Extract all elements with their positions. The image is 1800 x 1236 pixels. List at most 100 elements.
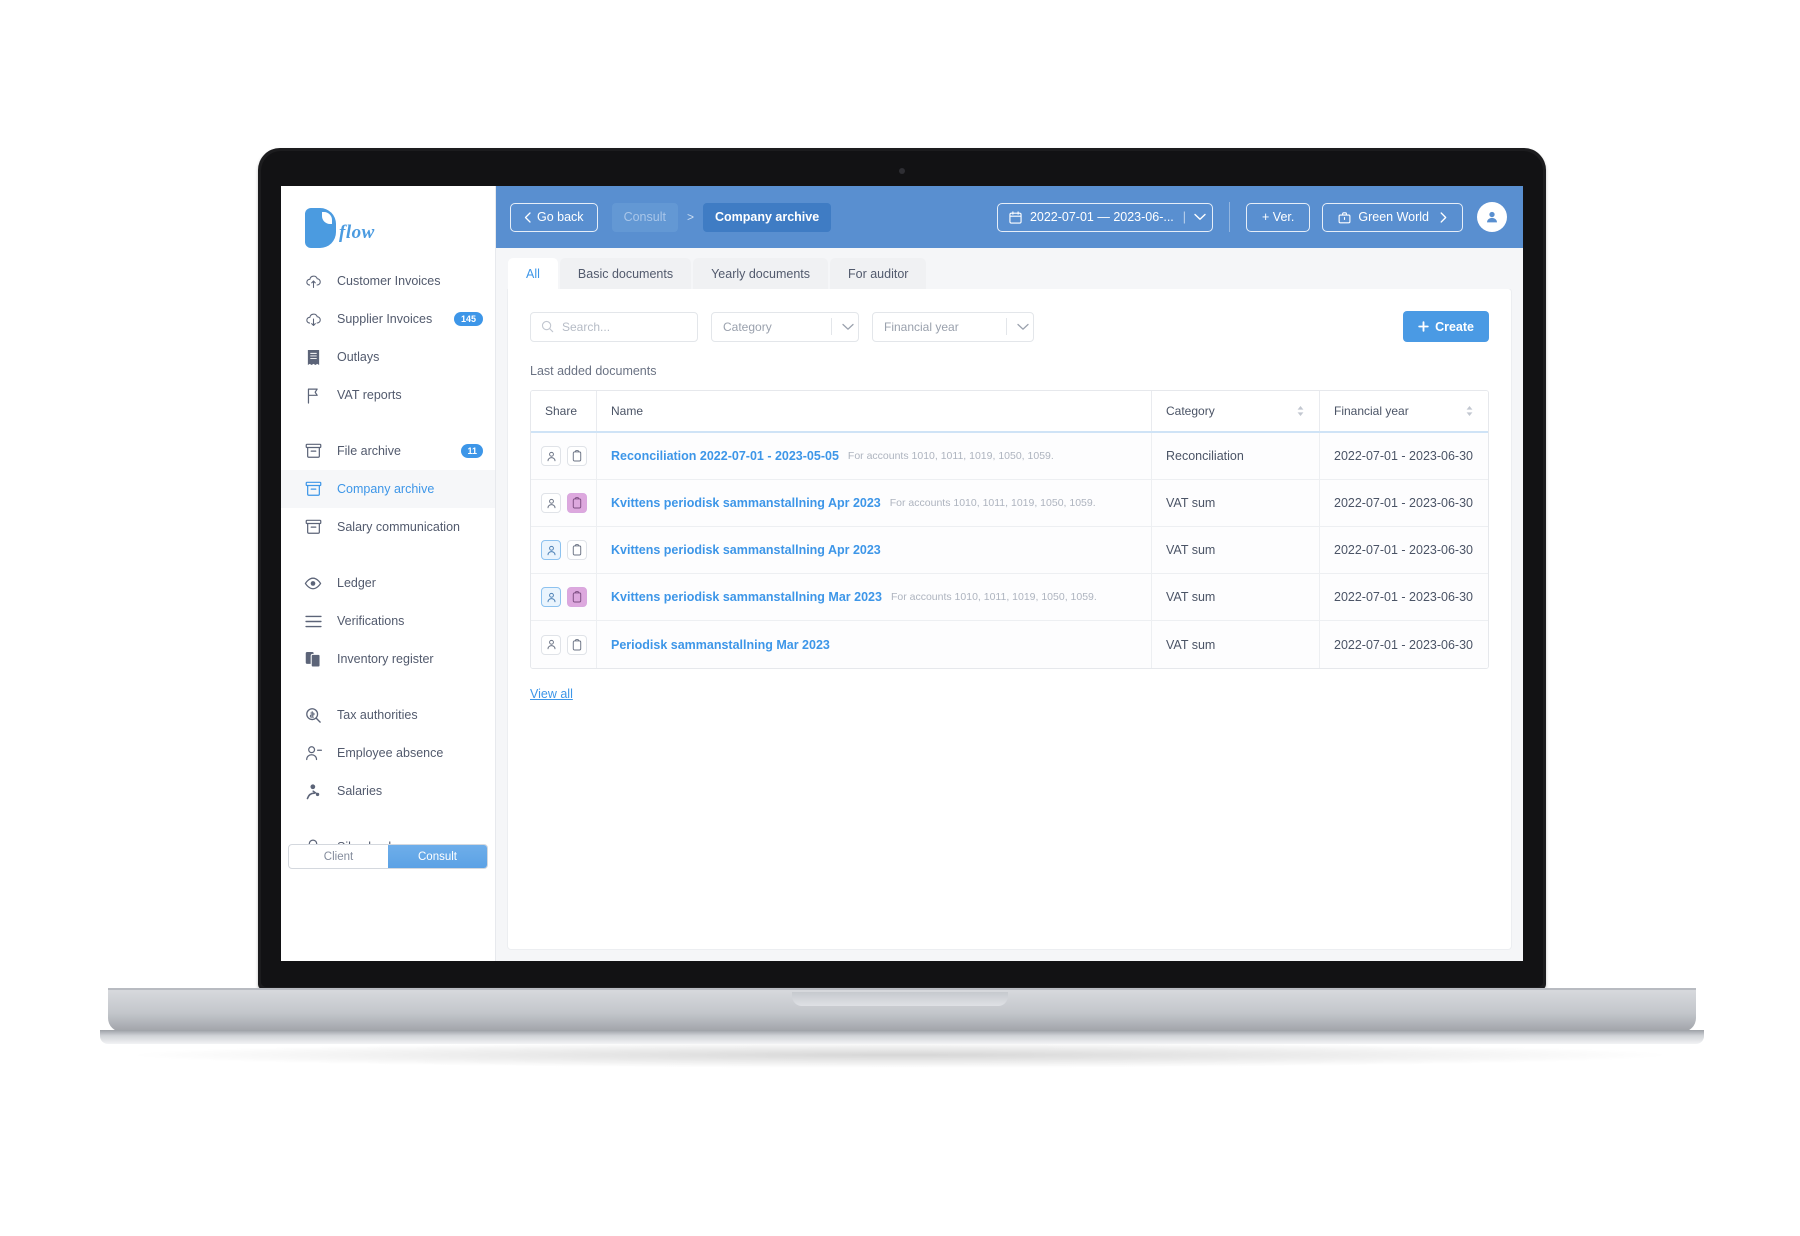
sidebar-item-inventory-register[interactable]: Inventory register: [281, 640, 495, 678]
document-link[interactable]: Periodisk sammanstallning Mar 2023: [611, 638, 830, 652]
document-subtitle: For accounts 1010, 1011, 1019, 1050, 105…: [890, 591, 1097, 603]
sidebar-group-divider: [281, 414, 495, 432]
tab-label: All: [526, 266, 540, 281]
table-row[interactable]: Reconciliation 2022-07-01 - 2023-05-05 Fo…: [531, 433, 1488, 480]
table-row[interactable]: Kvittens periodisk sammanstallning Apr 2…: [531, 527, 1488, 574]
date-range-value: 2022-07-01 — 2023-06-...: [1029, 210, 1174, 224]
date-range-picker[interactable]: 2022-07-01 — 2023-06-... |: [996, 202, 1214, 232]
cloud-download-icon: [303, 309, 323, 329]
laptop-front-edge: [100, 1030, 1704, 1044]
webcam-icon: [899, 168, 905, 174]
go-back-button[interactable]: Go back: [510, 202, 598, 232]
role-toggle[interactable]: Client Consult: [288, 844, 488, 869]
view-all-link[interactable]: View all: [530, 687, 573, 701]
tab-basic-documents[interactable]: Basic documents: [559, 258, 692, 289]
add-verification-button[interactable]: + Ver.: [1246, 202, 1311, 232]
share-cell: [531, 621, 597, 668]
sidebar-item-company-archive[interactable]: Company archive: [281, 470, 495, 508]
share-person-icon[interactable]: [541, 493, 561, 513]
sidebar-item-file-archive[interactable]: File archive 11: [281, 432, 495, 470]
name-cell: Reconciliation 2022-07-01 - 2023-05-05 Fo…: [597, 433, 1152, 479]
sidebar-item-vat-reports[interactable]: VAT reports: [281, 376, 495, 414]
share-clipboard-icon[interactable]: [567, 634, 587, 655]
user-icon: [1484, 209, 1500, 225]
column-header-category[interactable]: Category: [1152, 391, 1320, 431]
document-subtitle: For accounts 1010, 1011, 1019, 1050, 105…: [847, 450, 1054, 462]
tab-all[interactable]: All: [508, 258, 558, 289]
role-toggle-consult[interactable]: Consult: [388, 845, 487, 868]
share-clipboard-icon[interactable]: [567, 446, 587, 466]
user-avatar-button[interactable]: [1477, 202, 1507, 232]
table-row[interactable]: Periodisk sammanstallning Mar 2023 VAT su…: [531, 621, 1488, 668]
financial-year-cell: 2022-07-01 - 2023-06-30: [1334, 543, 1473, 557]
cloud-upload-icon: [303, 271, 323, 291]
breadcrumb-company-archive[interactable]: Company archive: [702, 202, 832, 232]
document-link[interactable]: Kvittens periodisk sammanstallning Apr 2…: [611, 496, 881, 510]
column-header-financial-year[interactable]: Financial year: [1320, 391, 1488, 431]
sidebar-item-label: Ledger: [337, 576, 376, 590]
flow-logo-icon: [305, 208, 336, 248]
table-row[interactable]: Kvittens periodisk sammanstallning Mar 2…: [531, 574, 1488, 621]
documents-card: Search... Category Financial year Create…: [508, 289, 1511, 949]
filter-toolbar: Search... Category Financial year Create: [530, 311, 1489, 342]
sidebar-item-supplier-invoices[interactable]: Supplier Invoices 145: [281, 300, 495, 338]
document-link[interactable]: Reconciliation 2022-07-01 - 2023-05-05: [611, 449, 839, 463]
sidebar-item-employee-absence[interactable]: Employee absence: [281, 734, 495, 772]
tab-yearly-documents[interactable]: Yearly documents: [693, 258, 828, 289]
sort-icon[interactable]: [1465, 405, 1474, 417]
share-clipboard-icon[interactable]: [567, 540, 587, 560]
create-button[interactable]: Create: [1403, 311, 1489, 342]
table-row[interactable]: Kvittens periodisk sammanstallning Apr 2…: [531, 480, 1488, 527]
breadcrumb-consult[interactable]: Consult: [611, 202, 678, 232]
main-area: Go back Consult > Company archive 2022-0…: [496, 186, 1523, 961]
chevron-down-icon: [842, 323, 854, 331]
sidebar-item-outlays[interactable]: Outlays: [281, 338, 495, 376]
sidebar-item-tax-authorities[interactable]: Tax authorities: [281, 696, 495, 734]
share-person-icon[interactable]: [541, 446, 561, 466]
category-select[interactable]: Category: [711, 311, 859, 342]
person-minus-icon: [303, 743, 323, 763]
financial-year-select[interactable]: Financial year: [872, 311, 1034, 342]
share-person-icon[interactable]: [541, 634, 561, 655]
sidebar-item-badge: 11: [461, 443, 483, 459]
sidebar-item-label: Employee absence: [337, 746, 444, 760]
document-link[interactable]: Kvittens periodisk sammanstallning Mar 2…: [611, 590, 882, 604]
share-clipboard-icon[interactable]: [567, 493, 587, 513]
archive-box-icon: [303, 479, 323, 499]
go-back-label: Go back: [537, 210, 584, 224]
company-switcher-button[interactable]: Green World: [1322, 202, 1463, 232]
sidebar-item-salaries[interactable]: Salaries: [281, 772, 495, 810]
category-cell: VAT sum: [1152, 527, 1320, 573]
sidebar-item-label: Supplier Invoices: [337, 312, 433, 326]
sidebar-group-divider: [281, 810, 495, 828]
sort-icon[interactable]: [1296, 405, 1305, 417]
share-person-icon[interactable]: [541, 587, 561, 607]
flag-icon: [303, 385, 323, 405]
tab-for-auditor[interactable]: For auditor: [830, 258, 927, 289]
sidebar-item-customer-invoices[interactable]: Customer Invoices: [281, 262, 495, 300]
share-person-icon[interactable]: [541, 540, 561, 560]
sidebar-item-label: Customer Invoices: [337, 274, 441, 288]
sidebar: flow Customer Invoices Supplier Invoices 1…: [281, 186, 496, 961]
share-clipboard-icon[interactable]: [567, 587, 587, 607]
name-cell: Kvittens periodisk sammanstallning Apr 2…: [597, 480, 1152, 526]
sidebar-item-verifications[interactable]: Verifications: [281, 602, 495, 640]
document-link[interactable]: Kvittens periodisk sammanstallning Apr 2…: [611, 543, 881, 557]
archive-box-icon: [303, 441, 323, 461]
documents-table: Share Name Category Financial year Recon…: [530, 390, 1489, 669]
select-divider: [1006, 318, 1007, 335]
tab-label: For auditor: [848, 266, 909, 281]
app-logo[interactable]: flow: [281, 186, 495, 262]
role-toggle-client[interactable]: Client: [289, 845, 388, 868]
sidebar-item-ledger[interactable]: Ledger: [281, 564, 495, 602]
sidebar-item-salary-communication[interactable]: Salary communication: [281, 508, 495, 546]
search-placeholder: Search...: [562, 319, 611, 334]
top-header-bar: Go back Consult > Company archive 2022-0…: [496, 186, 1523, 248]
search-input[interactable]: Search...: [530, 311, 698, 342]
laptop-screen: flow Customer Invoices Supplier Invoices 1…: [281, 186, 1523, 961]
header-right-controls: 2022-07-01 — 2023-06-... | + Ver. Green …: [996, 202, 1507, 232]
sidebar-item-label: Inventory register: [337, 652, 434, 666]
laptop-shadow: [120, 1042, 1680, 1068]
chevron-down-icon[interactable]: [1194, 213, 1206, 221]
name-cell: Kvittens periodisk sammanstallning Apr 2…: [597, 527, 1152, 573]
